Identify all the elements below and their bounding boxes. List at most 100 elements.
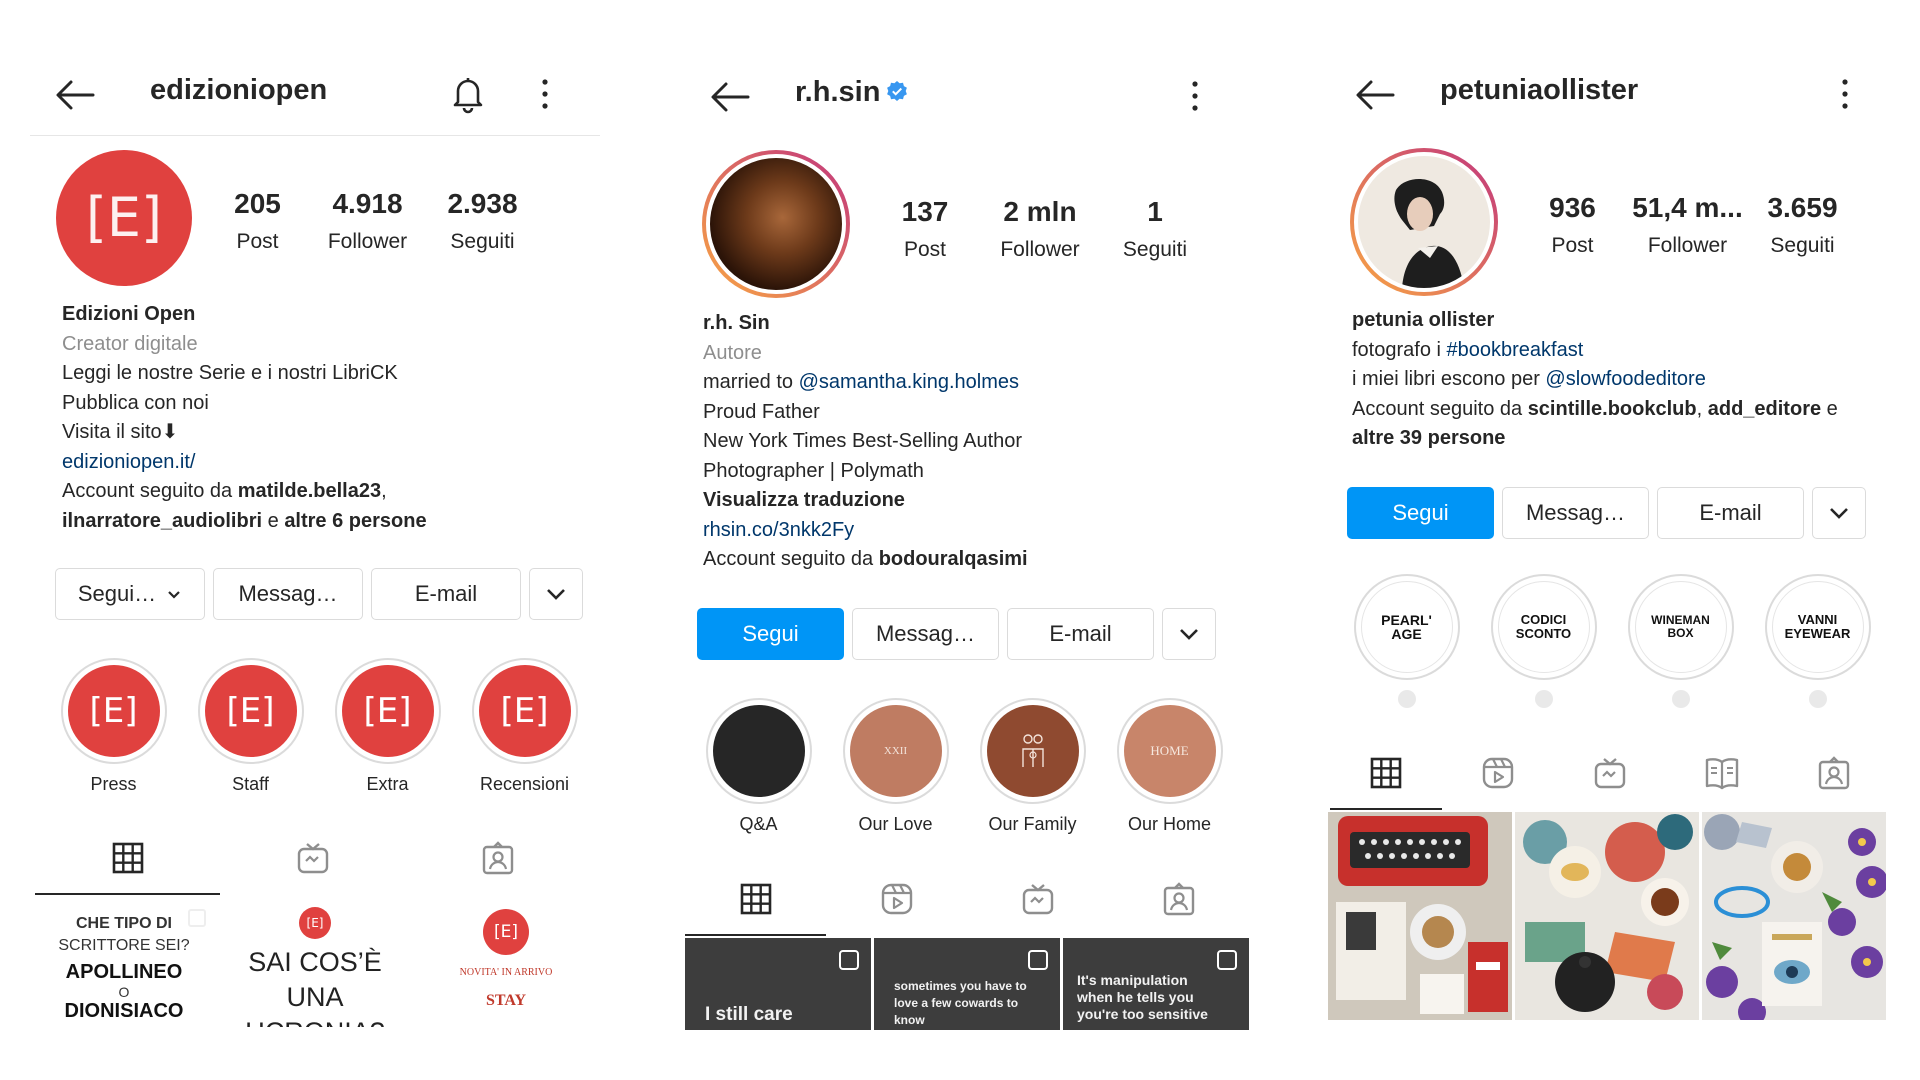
more-options-icon[interactable]	[1185, 78, 1205, 114]
post-thumbnail[interactable]: [E] NOVITA' IN ARRIVO STAY	[412, 897, 600, 1027]
stat-followers[interactable]: 2 mln Follower	[975, 196, 1105, 262]
post-thumbnail[interactable]: I still care	[685, 938, 871, 1030]
multi-post-icon	[1217, 950, 1237, 970]
post-thumbnail[interactable]: It's manipulation when he tells you you'…	[1063, 938, 1249, 1030]
post-thumbnail[interactable]: [E] SAI COS’È UNA UCRONIA?	[221, 897, 409, 1027]
profile-tabs	[1330, 740, 1890, 810]
multi-post-icon	[188, 909, 206, 927]
stat-posts[interactable]: 137 Post	[875, 196, 975, 262]
profile-header: edizioniopen	[30, 60, 600, 130]
profile-username: petuniaollister	[1440, 74, 1639, 106]
mention-link[interactable]: @slowfoodeditore	[1545, 368, 1705, 390]
more-options-icon[interactable]	[1835, 76, 1855, 112]
tab-tagged[interactable]	[1108, 866, 1249, 932]
highlight-codici-sconto[interactable]: CODICI SCONTO	[1475, 574, 1612, 708]
message-button[interactable]: Messag…	[213, 568, 363, 620]
tab-grid[interactable]	[685, 866, 826, 936]
back-arrow-icon[interactable]	[1355, 77, 1395, 113]
tab-igtv[interactable]	[220, 825, 405, 891]
highlight-press[interactable]: [E] Press	[45, 658, 182, 795]
message-button[interactable]: Messag…	[1502, 487, 1649, 539]
tab-grid[interactable]	[35, 825, 220, 895]
stat-following[interactable]: 3.659 Seguiti	[1750, 192, 1855, 258]
profile-stats: 936 Post 51,4 m... Follower 3.659 Seguit…	[1520, 192, 1855, 258]
profile-bio: Edizioni Open Creator digitale Leggi le …	[62, 300, 427, 536]
email-button[interactable]: E-mail	[1007, 608, 1154, 660]
suggested-accounts-button[interactable]	[1812, 487, 1866, 539]
stat-followers[interactable]: 4.918 Follower	[310, 188, 425, 254]
tab-tagged[interactable]	[1778, 740, 1890, 806]
mention-link[interactable]: @samantha.king.holmes	[799, 371, 1019, 393]
post-thumbnail[interactable]	[1328, 812, 1512, 1020]
profile-avatar[interactable]	[702, 150, 850, 298]
tab-igtv[interactable]	[1554, 740, 1666, 806]
profile-avatar[interactable]: [E]	[56, 150, 192, 286]
suggested-accounts-button[interactable]	[529, 568, 583, 620]
translate-link[interactable]: Visualizza traduzione	[703, 486, 1028, 516]
post-thumbnail[interactable]	[1702, 812, 1886, 1020]
followed-user-link[interactable]: scintille.bookclub	[1528, 398, 1697, 420]
family-icon	[1021, 734, 1044, 767]
followed-user-link[interactable]: add_editore	[1708, 398, 1821, 420]
highlight-vanni-eyewear[interactable]: VANNI EYEWEAR	[1749, 574, 1886, 708]
verified-badge-icon	[887, 81, 908, 102]
profile-username-row: r.h.sin	[795, 76, 908, 109]
chevron-down-icon	[1830, 508, 1848, 519]
followed-prefix: Account seguito da	[62, 480, 238, 502]
post-thumbnail[interactable]: CHE TIPO DI SCRITTORE SEI? APOLLINEO O D…	[30, 897, 218, 1027]
stat-following[interactable]: 1 Seguiti	[1105, 196, 1205, 262]
stat-following[interactable]: 2.938 Seguiti	[425, 188, 540, 254]
back-arrow-icon[interactable]	[55, 77, 95, 113]
profile-avatar[interactable]	[1350, 148, 1498, 296]
tab-reels[interactable]	[1442, 740, 1554, 806]
highlight-our-family[interactable]: Our Family	[964, 698, 1101, 835]
highlight-glyph: [E]	[89, 691, 138, 731]
stat-posts[interactable]: 936 Post	[1520, 192, 1625, 258]
followed-others-link[interactable]: altre 6 persone	[284, 510, 426, 532]
follow-button[interactable]: Segui	[1347, 487, 1494, 539]
hashtag-link[interactable]: #bookbreakfast	[1447, 339, 1584, 361]
bio-name: petunia ollister	[1352, 309, 1495, 331]
post-text: SCRITTORE SEI?	[58, 937, 190, 954]
back-arrow-icon[interactable]	[710, 79, 750, 115]
bio-website-link[interactable]: rhsin.co/3nkk2Fy	[703, 516, 1028, 546]
post-thumbnail[interactable]: sometimes you have to love a few cowards…	[874, 938, 1060, 1030]
highlight-our-home[interactable]: HOME Our Home	[1101, 698, 1238, 835]
highlight-wineman-box[interactable]: WINEMAN BOX	[1612, 574, 1749, 708]
post-thumbnail[interactable]	[1515, 812, 1699, 1020]
tab-igtv[interactable]	[967, 866, 1108, 932]
following-dropdown-button[interactable]: Segui…	[55, 568, 205, 620]
tab-guides[interactable]	[1666, 740, 1778, 806]
followed-user-link[interactable]: matilde.bella23	[238, 480, 381, 502]
email-button[interactable]: E-mail	[1657, 487, 1804, 539]
igtv-icon	[1022, 884, 1053, 915]
highlight-our-love[interactable]: XXII Our Love	[827, 698, 964, 835]
bio-website-link[interactable]: edizioniopen.it/	[62, 448, 427, 478]
suggested-accounts-button[interactable]	[1162, 608, 1216, 660]
highlight-qa[interactable]: Q&A	[690, 698, 827, 835]
tab-reels[interactable]	[826, 866, 967, 932]
message-button[interactable]: Messag…	[852, 608, 999, 660]
more-options-icon[interactable]	[535, 76, 555, 112]
stat-followers[interactable]: 51,4 m... Follower	[1625, 192, 1750, 258]
bio-line: i miei libri escono per @slowfoodeditore	[1352, 365, 1838, 395]
notification-bell-icon[interactable]	[450, 74, 486, 114]
highlight-recensioni[interactable]: [E] Recensioni	[456, 658, 593, 795]
tab-tagged[interactable]	[405, 825, 590, 891]
highlight-extra[interactable]: [E] Extra	[319, 658, 456, 795]
email-button[interactable]: E-mail	[371, 568, 521, 620]
stat-posts[interactable]: 205 Post	[205, 188, 310, 254]
followed-user-link[interactable]: ilnarratore_audiolibri	[62, 510, 262, 532]
bio-name: r.h. Sin	[703, 312, 770, 334]
grid-icon	[112, 842, 143, 874]
chevron-down-icon	[1180, 629, 1198, 640]
highlight-pearl-age[interactable]: PEARL' AGE	[1338, 574, 1475, 708]
followed-others-link[interactable]: altre 39 persone	[1352, 427, 1505, 449]
followed-prefix: Account seguito da	[1352, 397, 1528, 420]
edizioni-logo-icon: [E]	[299, 907, 331, 939]
follow-button[interactable]: Segui	[697, 608, 844, 660]
story-highlights: [E] Press [E] Staff [E] Extra [E] Recens…	[45, 658, 593, 795]
followed-user-link[interactable]: bodouralqasimi	[879, 548, 1028, 570]
tab-grid[interactable]	[1330, 740, 1442, 810]
highlight-staff[interactable]: [E] Staff	[182, 658, 319, 795]
